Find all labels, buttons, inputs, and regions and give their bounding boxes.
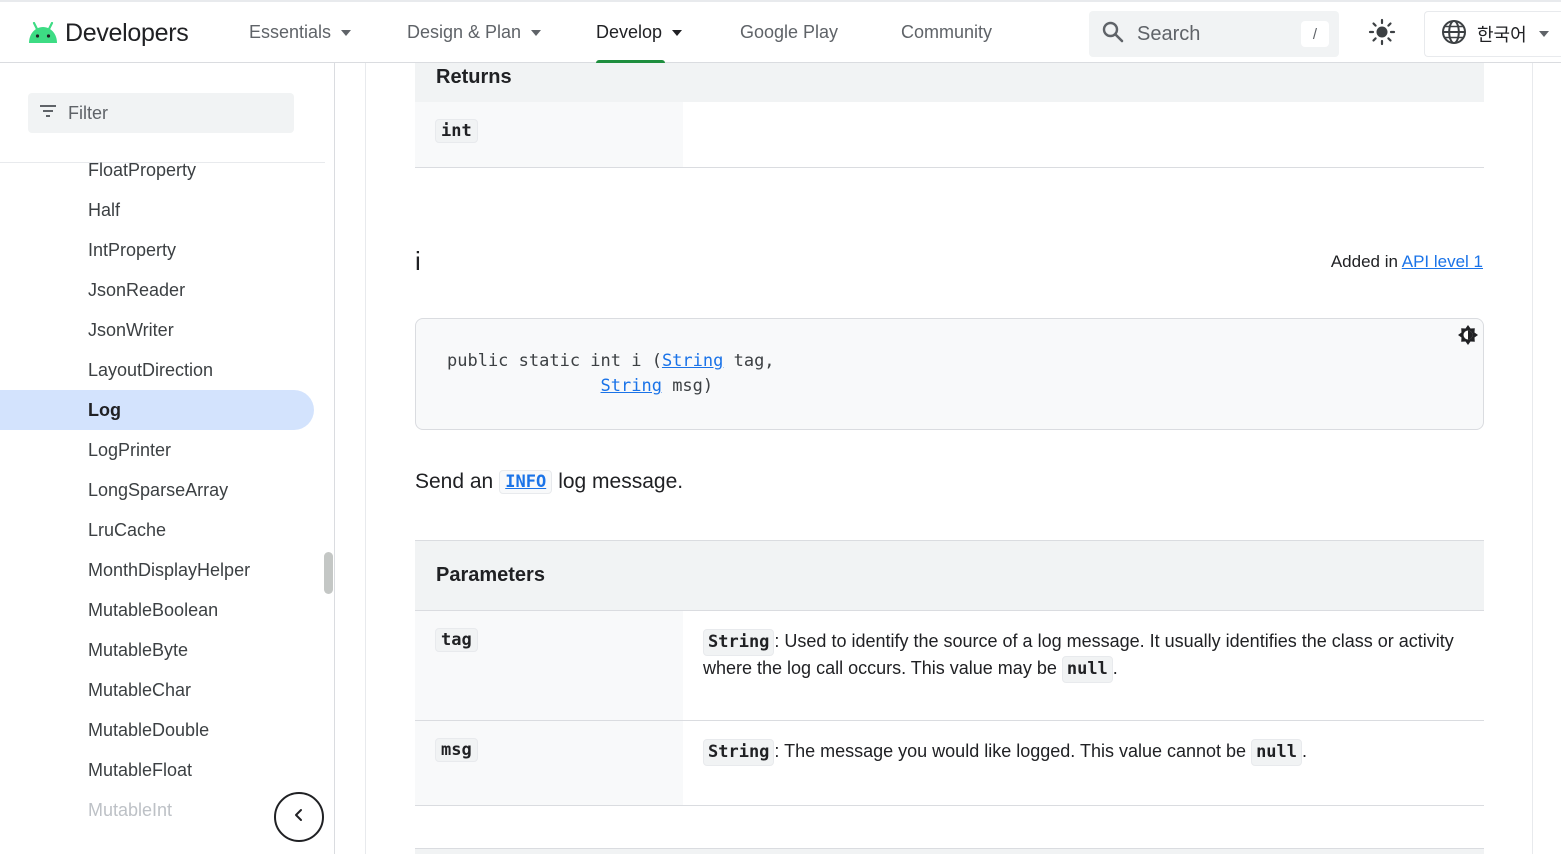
- code-theme-icon[interactable]: [1457, 324, 1479, 346]
- sidebar-item-jsonwriter[interactable]: JsonWriter: [0, 310, 325, 350]
- signature-prefix: public static int i (: [447, 351, 662, 371]
- nav-label: Google Play: [740, 22, 839, 42]
- table-cell-name: [415, 721, 683, 805]
- added-in-prefix: Added in: [1330, 252, 1402, 271]
- sidebar-item-logprinter[interactable]: LogPrinter: [0, 430, 325, 470]
- language-label: 한국어: [1477, 25, 1527, 46]
- nav-label: Design & Plan: [407, 22, 522, 42]
- signature-param: msg): [661, 376, 714, 396]
- nav-essentials[interactable]: Essentials: [249, 2, 352, 63]
- sidebar-item-monthdisplayhelper[interactable]: MonthDisplayHelper: [0, 550, 325, 590]
- sidebar-item-mutabledouble[interactable]: MutableDouble: [0, 710, 325, 750]
- sidebar-item-half[interactable]: Half: [0, 190, 325, 230]
- filter-icon: [40, 104, 56, 122]
- sidebar-class-list: FloatProperty Half IntProperty JsonReade…: [0, 150, 325, 830]
- nav-community[interactable]: Community: [901, 2, 992, 63]
- developers-logo[interactable]: Developers: [27, 16, 189, 50]
- nav-design-plan[interactable]: Design & Plan: [407, 2, 542, 63]
- top-header: Developers Essentials Design & Plan Deve…: [0, 0, 1561, 63]
- param-type: String: [703, 629, 775, 656]
- search-input[interactable]: Search: [1137, 23, 1301, 46]
- added-in-api-level: Added in API level 1: [1331, 252, 1483, 272]
- search-shortcut-key: /: [1301, 21, 1329, 47]
- return-type: int: [435, 119, 478, 143]
- sidebar-item-lrucache[interactable]: LruCache: [0, 510, 325, 550]
- sidebar-item-mutableboolean[interactable]: MutableBoolean: [0, 590, 325, 630]
- param-description: String: The message you would like logge…: [703, 739, 1473, 766]
- collapse-sidebar-button[interactable]: [274, 792, 324, 842]
- api-level-link[interactable]: API level 1: [1402, 252, 1483, 271]
- summary-text: log message.: [558, 470, 684, 493]
- summary-text: Send an: [415, 470, 494, 493]
- info-constant-link[interactable]: INFO: [499, 470, 553, 494]
- sidebar-item-mutablechar[interactable]: MutableChar: [0, 670, 325, 710]
- sidebar-item-mutablebyte[interactable]: MutableByte: [0, 630, 325, 670]
- logo-text: Developers: [65, 18, 189, 47]
- caret-down-icon: [341, 29, 352, 36]
- param-type: String: [703, 739, 775, 766]
- sidebar-item-floatproperty[interactable]: FloatProperty: [0, 150, 325, 190]
- search-box[interactable]: Search /: [1089, 11, 1339, 57]
- sidebar-item-log[interactable]: Log: [0, 390, 314, 430]
- sidebar-item-longsparsearray[interactable]: LongSparseArray: [0, 470, 325, 510]
- nullity-annotation: null: [1251, 739, 1303, 766]
- filter-input[interactable]: Filter: [28, 93, 294, 133]
- table-row: msg String: The message you would like l…: [415, 721, 1484, 806]
- sidebar-item-layoutdirection[interactable]: LayoutDirection: [0, 350, 325, 390]
- sidebar: Filter FloatProperty Half IntProperty Js…: [0, 63, 335, 854]
- sidebar-item-intproperty[interactable]: IntProperty: [0, 230, 325, 270]
- sidebar-item-mutablefloat[interactable]: MutableFloat: [0, 750, 325, 790]
- caret-down-icon: [672, 29, 683, 36]
- sidebar-scrollbar[interactable]: [324, 552, 333, 594]
- caret-down-icon: [531, 29, 542, 36]
- method-signature-code: public static int i (String tag, String …: [415, 318, 1484, 430]
- param-description-end: .: [1302, 741, 1308, 761]
- chevron-left-icon: [292, 808, 306, 827]
- table-row: int: [415, 102, 1484, 168]
- sidebar-item-jsonreader[interactable]: JsonReader: [0, 270, 325, 310]
- search-icon: [1101, 20, 1125, 49]
- signature-text: public static int i (String tag, String …: [447, 349, 775, 399]
- param-description-end: .: [1112, 658, 1118, 678]
- param-name: msg: [435, 738, 478, 762]
- param-type-link[interactable]: String: [601, 376, 662, 396]
- param-description: String: Used to identify the source of a…: [703, 629, 1473, 683]
- theme-toggle-icon: [1368, 18, 1396, 51]
- language-selector[interactable]: 한국어: [1424, 11, 1561, 57]
- param-type-link[interactable]: String: [662, 351, 723, 371]
- theme-toggle-button[interactable]: [1365, 17, 1399, 51]
- returns-table: Returns int: [415, 63, 1484, 168]
- method-summary: Send an INFO log message.: [415, 470, 683, 494]
- signature-param: tag,: [723, 351, 775, 371]
- nullity-annotation: null: [1061, 656, 1113, 683]
- method-name: i: [415, 246, 421, 276]
- parameters-table: Parameters tag String: Used to identify …: [415, 540, 1484, 806]
- param-description-text: : The message you would like logged. Thi…: [774, 741, 1252, 761]
- table-row: tag String: Used to identify the source …: [415, 611, 1484, 721]
- filter-placeholder: Filter: [68, 102, 108, 123]
- nav-google-play[interactable]: Google Play: [740, 2, 838, 63]
- nav-develop[interactable]: Develop: [596, 2, 683, 63]
- android-logo-icon: [27, 22, 59, 44]
- next-table-header: [415, 848, 1484, 854]
- returns-heading: Returns: [415, 63, 1484, 102]
- caret-down-icon: [1538, 31, 1549, 37]
- nav-label: Develop: [596, 22, 663, 42]
- main-content: Returns int i Added in API level 1 publi…: [365, 63, 1533, 854]
- globe-icon: [1441, 19, 1467, 50]
- nav-label: Community: [901, 22, 993, 42]
- parameters-heading: Parameters: [415, 540, 1484, 611]
- nav-label: Essentials: [249, 22, 332, 42]
- param-name: tag: [435, 628, 478, 652]
